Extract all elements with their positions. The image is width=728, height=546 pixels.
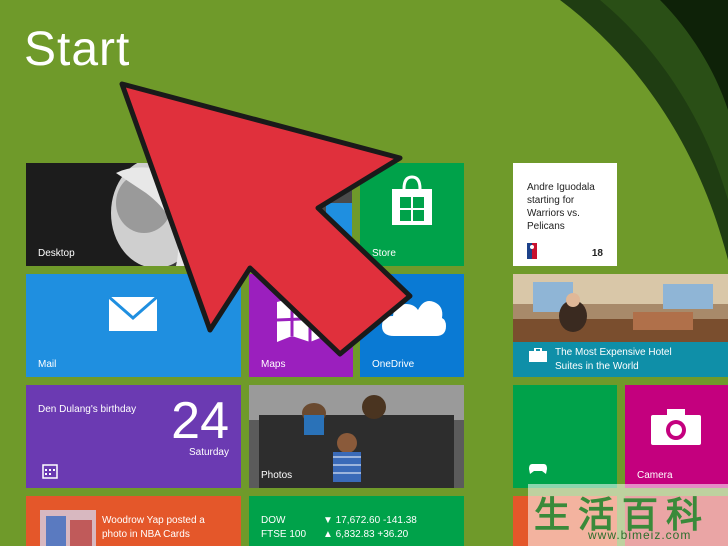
sports-news-tile[interactable]: Andre Iguodala starting for Warriors vs.… [513,163,617,266]
travel-headline-line1: The Most Expensive Hotel [555,347,672,358]
photos-tile-label: Photos [261,470,293,481]
nba-logo-icon [527,243,537,259]
desktop-tile-label: Desktop [38,248,75,259]
camera-tile-label: Camera [637,470,673,481]
calendar-icon [42,464,58,479]
sports-headline-line3: Warriors vs. [527,208,580,219]
start-screen-title: Start [24,23,131,76]
envelope-icon [108,296,158,331]
sports-headline-line4: Pelicans [527,221,565,232]
finance-name: DOW [261,515,286,526]
sports-headline-line2: starting for [527,195,575,206]
travel-headline: The Most Expensive Hotel Suites in the W… [555,346,672,374]
calendar-day-number: 24 [171,392,229,450]
travel-tile[interactable]: The Most Expensive Hotel Suites in the W… [513,274,728,377]
people-headline-line2: photo in NBA Cards [102,529,190,540]
travel-headline-line2: Suites in the World [555,361,639,372]
desktop-tile[interactable]: Desktop [26,163,352,266]
games-tile[interactable] [513,385,617,488]
photos-tile[interactable]: Photos [249,385,464,488]
calendar-event-name: Den Dulang's birthday [38,404,137,415]
sports-news-count: 18 [591,248,603,259]
people-headline: Woodrow Yap posted a photo in NBA Cards [102,514,205,542]
maps-tile-label: Maps [261,359,286,370]
suitcase-icon [529,348,547,362]
finance-value: ▼ 17,672.60 -141.38 [323,515,417,526]
calendar-tile[interactable]: Den Dulang's birthday 24 Saturday [26,385,241,488]
calendar-weekday: Saturday [188,447,229,458]
finance-row-dow: DOW ▼ 17,672.60 -141.38 [261,514,417,528]
hotel-photo-image [513,274,728,342]
finance-value: ▲ 6,832.83 +36.20 [323,529,409,540]
watermark-url: www.bimeiz.com [588,528,692,542]
people-photo-thumbnail [40,510,96,546]
watermark: 生活百科 www.bimeiz.com [528,484,728,546]
map-icon [276,298,326,342]
maps-tile[interactable]: Maps [249,274,353,377]
camera-icon [651,409,701,445]
finance-quotes: DOW ▼ 17,672.60 -141.38 FTSE 100 ▲ 6,832.8… [261,514,417,542]
shopping-bag-icon [392,175,432,225]
mail-tile[interactable]: Mail [26,274,241,377]
store-tile-label: Store [372,248,396,259]
cloud-icon [382,301,446,336]
store-tile[interactable]: Store [360,163,464,266]
people-headline-line1: Woodrow Yap posted a [102,515,205,526]
mail-tile-label: Mail [38,359,57,370]
sports-headline: Andre Iguodala starting for Warriors vs.… [527,181,595,233]
onedrive-tile-label: OneDrive [372,359,415,370]
finance-tile[interactable]: DOW ▼ 17,672.60 -141.38 FTSE 100 ▲ 6,832.8… [249,496,464,546]
sports-headline-line1: Andre Iguodala [527,182,595,193]
people-tile[interactable]: Woodrow Yap posted a photo in NBA Cards [26,496,241,546]
finance-row-ftse: FTSE 100 ▲ 6,832.83 +36.20 [261,528,417,542]
game-controller-icon [529,464,547,474]
onedrive-tile[interactable]: OneDrive [360,274,464,377]
finance-name: FTSE 100 [261,529,307,540]
camera-tile[interactable]: Camera [625,385,728,488]
